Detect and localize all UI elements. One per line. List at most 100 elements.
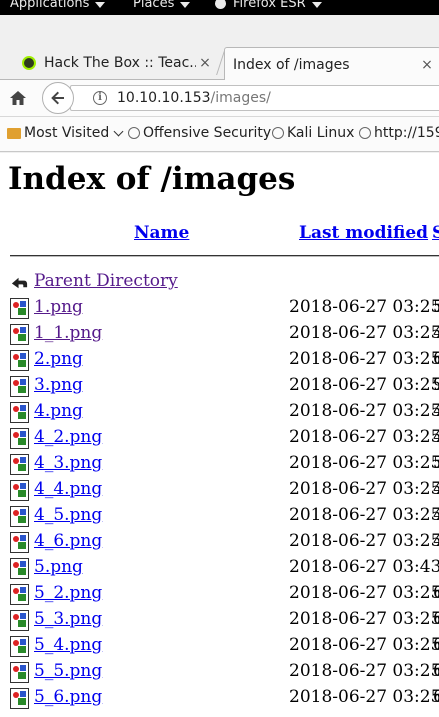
table-row: 4.png 2018-06-27 03:25 4 bbox=[0, 399, 439, 425]
file-modified: 2018-06-27 03:25 bbox=[289, 609, 439, 629]
file-size: 4 bbox=[433, 401, 439, 421]
firefox-app-menu[interactable]: Firefox ESR bbox=[215, 0, 322, 11]
bookmark-most-visited[interactable]: Most Visited bbox=[7, 125, 124, 141]
file-link[interactable]: 3.png bbox=[34, 375, 83, 395]
image-file-icon bbox=[10, 662, 29, 683]
file-rows: 1.png 2018-06-27 03:25 5 1_1.png 2018-06-27 … bbox=[0, 295, 439, 711]
file-link[interactable]: 4_4.png bbox=[34, 479, 102, 499]
home-icon bbox=[10, 91, 26, 105]
home-button[interactable] bbox=[9, 89, 27, 107]
tab-index-of-images[interactable]: Index of /images × bbox=[224, 47, 439, 81]
file-modified: 2018-06-27 03:25 bbox=[289, 505, 439, 525]
file-link[interactable]: 5_3.png bbox=[34, 609, 102, 629]
file-size: 6 bbox=[433, 349, 439, 369]
file-link[interactable]: 4.png bbox=[34, 401, 83, 421]
file-link[interactable]: 5_5.png bbox=[34, 661, 102, 681]
table-row: 5_3.png 2018-06-27 03:25 6 bbox=[0, 607, 439, 633]
file-link[interactable]: 5_4.png bbox=[34, 635, 102, 655]
places-menu[interactable]: Places bbox=[133, 0, 191, 11]
column-header-last-modified[interactable]: Last modified bbox=[299, 223, 428, 243]
image-file-icon bbox=[10, 376, 29, 397]
file-modified: 2018-06-27 03:25 bbox=[289, 531, 439, 551]
file-link[interactable]: 1.png bbox=[34, 297, 83, 317]
bookmarks-toolbar: Most Visited Offensive Security Kali Lin… bbox=[0, 117, 439, 152]
globe-icon bbox=[272, 127, 284, 139]
bookmark-offensive-security[interactable]: Offensive Security bbox=[128, 125, 271, 141]
back-arrow-icon bbox=[11, 277, 28, 289]
image-file-icon bbox=[10, 688, 29, 709]
close-icon[interactable]: × bbox=[418, 57, 436, 73]
column-header-size[interactable]: S bbox=[432, 223, 439, 243]
image-file-icon bbox=[10, 506, 29, 527]
file-modified: 2018-06-27 03:25 bbox=[289, 479, 439, 499]
file-link[interactable]: 5.png bbox=[34, 557, 83, 577]
table-row: 5.png 2018-06-27 03:43 bbox=[0, 555, 439, 581]
gnome-top-panel: Applications Places Firefox ESR bbox=[0, 0, 439, 15]
file-size: 9 bbox=[433, 375, 439, 395]
browser-chrome: Hack The Box :: Teac... × Index of /imag… bbox=[0, 15, 439, 153]
file-size: 4 bbox=[433, 531, 439, 551]
parent-directory-row: Parent Directory bbox=[0, 269, 439, 295]
tab-strip: Hack The Box :: Teac... × Index of /imag… bbox=[0, 47, 439, 81]
table-row: 4_4.png 2018-06-27 03:25 4 bbox=[0, 477, 439, 503]
parent-directory-link[interactable]: Parent Directory bbox=[34, 271, 178, 291]
close-icon[interactable]: × bbox=[196, 55, 214, 71]
table-row: 2.png 2018-06-27 03:25 6 bbox=[0, 347, 439, 373]
file-link[interactable]: 4_2.png bbox=[34, 427, 102, 447]
url-host: 10.10.10.153 bbox=[117, 90, 211, 106]
image-file-icon bbox=[10, 584, 29, 605]
file-modified: 2018-06-27 03:25 bbox=[289, 427, 439, 447]
chevron-down-icon bbox=[113, 126, 124, 136]
file-modified: 2018-06-27 03:43 bbox=[289, 557, 439, 577]
firefox-label: Firefox ESR bbox=[233, 0, 306, 11]
file-modified: 2018-06-27 03:25 bbox=[289, 687, 439, 707]
site-info-icon[interactable]: i bbox=[93, 91, 107, 105]
file-size: 4 bbox=[433, 427, 439, 447]
file-link[interactable]: 4_6.png bbox=[34, 531, 102, 551]
table-row: 1.png 2018-06-27 03:25 5 bbox=[0, 295, 439, 321]
chevron-down-icon bbox=[311, 1, 322, 8]
file-size: 5 bbox=[433, 453, 439, 473]
chevron-down-icon bbox=[180, 1, 191, 8]
table-row: 4_5.png 2018-06-27 03:25 4 bbox=[0, 503, 439, 529]
file-modified: 2018-06-27 03:25 bbox=[289, 583, 439, 603]
tab-title: Index of /images bbox=[233, 56, 350, 73]
file-link[interactable]: 5_2.png bbox=[34, 583, 102, 603]
file-modified: 2018-06-27 03:25 bbox=[289, 635, 439, 655]
file-listing: Parent Directory 1.png 2018-06-27 03:25 5 1… bbox=[0, 269, 439, 711]
applications-menu[interactable]: Applications bbox=[10, 0, 106, 11]
url-bar[interactable]: i 10.10.10.153 /images/ bbox=[70, 85, 439, 111]
image-file-icon bbox=[10, 480, 29, 501]
bookmark-label: http://159 bbox=[374, 125, 439, 141]
file-modified: 2018-06-27 03:25 bbox=[289, 297, 439, 317]
bookmark-kali-linux[interactable]: Kali Linux bbox=[272, 125, 354, 141]
file-size: 6 bbox=[433, 583, 439, 603]
file-link[interactable]: 4_5.png bbox=[34, 505, 102, 525]
file-link[interactable]: 1_1.png bbox=[34, 323, 102, 343]
file-size: 4 bbox=[433, 479, 439, 499]
url-path: /images/ bbox=[210, 90, 271, 106]
tab-hack-the-box[interactable]: Hack The Box :: Teac... × bbox=[14, 47, 218, 79]
image-file-icon bbox=[10, 298, 29, 319]
bookmark-label: Most Visited bbox=[24, 125, 110, 141]
bookmark-label: Offensive Security bbox=[143, 125, 272, 141]
file-size: 6 bbox=[433, 687, 439, 707]
image-file-icon bbox=[10, 428, 29, 449]
table-row: 5_2.png 2018-06-27 03:25 6 bbox=[0, 581, 439, 607]
header-divider bbox=[10, 255, 439, 257]
file-link[interactable]: 2.png bbox=[34, 349, 83, 369]
image-file-icon bbox=[10, 610, 29, 631]
table-row: 5_5.png 2018-06-27 03:25 6 bbox=[0, 659, 439, 685]
file-link[interactable]: 4_3.png bbox=[34, 453, 102, 473]
column-header-name[interactable]: Name bbox=[134, 223, 189, 243]
file-link[interactable]: 5_6.png bbox=[34, 687, 102, 707]
image-file-icon bbox=[10, 350, 29, 371]
table-row: 4_6.png 2018-06-27 03:25 4 bbox=[0, 529, 439, 555]
back-button[interactable] bbox=[42, 82, 74, 114]
bookmark-http-link[interactable]: http://159 bbox=[359, 125, 439, 141]
table-row: 5_6.png 2018-06-27 03:25 6 bbox=[0, 685, 439, 711]
hackthebox-favicon-icon bbox=[22, 56, 36, 70]
file-modified: 2018-06-27 03:25 bbox=[289, 661, 439, 681]
bookmark-label: Kali Linux bbox=[287, 125, 355, 141]
table-row: 4_2.png 2018-06-27 03:25 4 bbox=[0, 425, 439, 451]
